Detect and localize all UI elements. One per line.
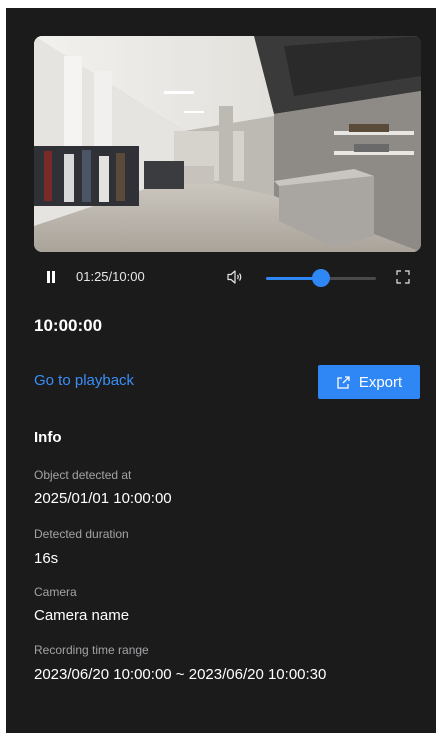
event-detail-panel: 01:25/10:00 10:00:00 Go to playback Expo… [6, 8, 436, 733]
video-player[interactable] [34, 36, 421, 252]
video-frame [34, 36, 421, 252]
volume-slider-thumb[interactable] [312, 269, 330, 287]
player-controls: 01:25/10:00 [34, 266, 421, 290]
detected-duration-value: 16s [34, 550, 59, 567]
recording-range-value: 2023/06/20 10:00:00 ~ 2023/06/20 10:00:3… [34, 666, 327, 683]
clip-timestamp: 10:00:00 [34, 316, 103, 335]
recording-range-label: Recording time range [34, 643, 149, 657]
export-button[interactable]: Export [318, 365, 420, 399]
camera-value: Camera name [34, 607, 130, 624]
detected-duration-label: Detected duration [34, 527, 129, 541]
volume-slider[interactable] [266, 269, 376, 287]
export-icon [337, 375, 350, 389]
camera-label: Camera [34, 585, 77, 599]
volume-icon[interactable] [226, 269, 244, 285]
fullscreen-icon[interactable] [396, 270, 410, 284]
playback-time: 01:25/10:00 [76, 269, 145, 284]
detected-at-label: Object detected at [34, 468, 132, 482]
detected-at-value: 2025/01/01 10:00:00 [34, 490, 172, 507]
info-section-title: Info [34, 429, 62, 446]
pause-icon[interactable] [46, 271, 56, 283]
go-to-playback-link[interactable]: Go to playback [34, 372, 134, 389]
export-button-label: Export [358, 373, 403, 391]
